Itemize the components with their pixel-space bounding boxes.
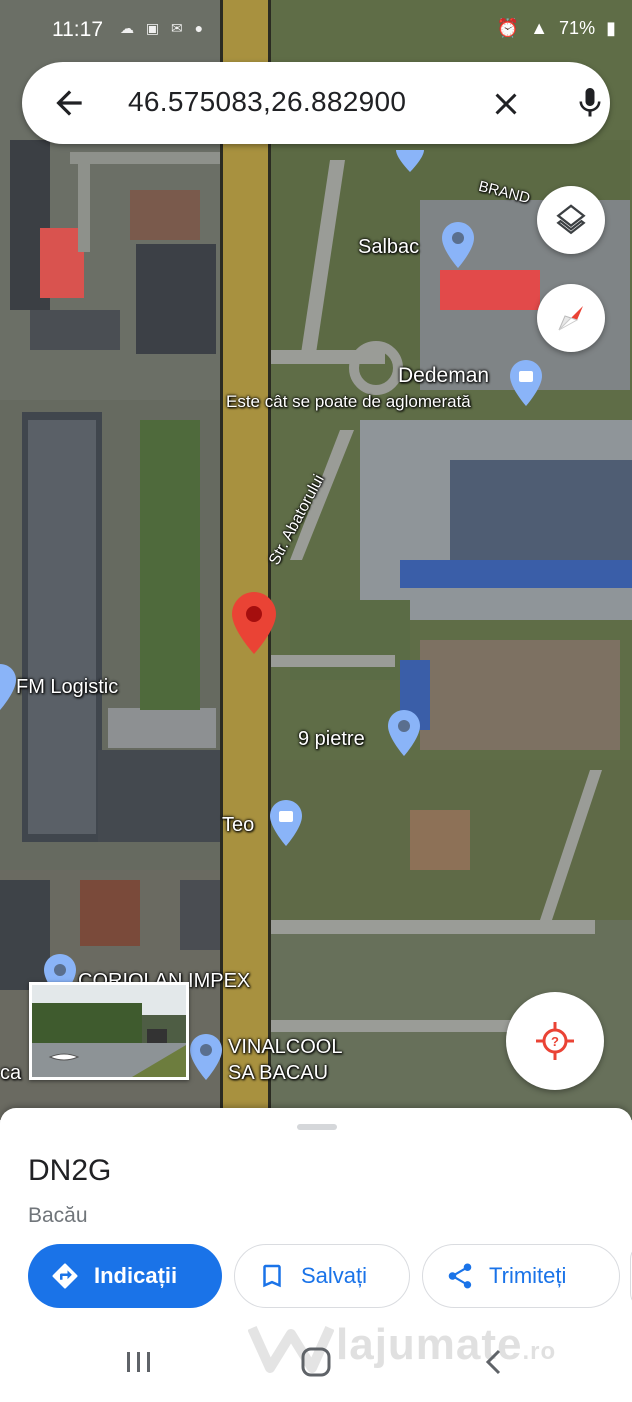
back-nav-icon[interactable] — [484, 1348, 502, 1376]
status-right: ⏰ ▲ 71% ▮ — [491, 18, 616, 39]
close-icon[interactable] — [488, 86, 524, 122]
shopping-pin-icon[interactable] — [270, 800, 302, 846]
signal-icon: ▲ — [530, 18, 549, 38]
satellite-imagery — [0, 0, 632, 1120]
search-input[interactable]: 46.575083,26.882900 — [128, 86, 406, 118]
status-time: 11:17 — [52, 18, 103, 41]
compass-icon — [558, 306, 583, 331]
street-view-image — [32, 985, 186, 1077]
microphone-icon[interactable] — [572, 82, 608, 124]
status-bar: 11:17 ☁ ▣ ✉ ● ⏰ ▲ 71% ▮ — [0, 0, 632, 58]
layers-button[interactable] — [537, 186, 605, 254]
save-button[interactable]: Salvați — [234, 1244, 410, 1308]
search-bar[interactable]: 46.575083,26.882900 — [22, 62, 610, 144]
directions-label: Indicații — [94, 1263, 178, 1288]
save-label: Salvați — [301, 1263, 368, 1288]
share-label: Trimiteți — [489, 1263, 567, 1288]
notification-icons: ☁ ▣ ✉ ● — [120, 20, 208, 36]
place-pin-icon[interactable] — [0, 664, 22, 710]
street-view-thumbnail[interactable] — [29, 982, 189, 1080]
place-pin-icon[interactable] — [396, 140, 424, 172]
place-subtitle: Bacău — [28, 1204, 88, 1227]
map-label-dedeman-busy: Este cât se poate de aglomerată — [226, 392, 471, 411]
home-icon[interactable] — [300, 1346, 332, 1378]
map-label-vinalcool[interactable]: VINALCOOL — [228, 1036, 342, 1059]
satellite-map[interactable]: 11:17 ☁ ▣ ✉ ● ⏰ ▲ 71% ▮ 46.575083,26.882… — [0, 0, 632, 1120]
shopping-pin-icon[interactable] — [510, 360, 542, 406]
place-pin-icon[interactable] — [388, 710, 420, 756]
place-pin-icon[interactable] — [442, 222, 474, 268]
share-button[interactable]: Trimiteți — [422, 1244, 620, 1308]
svg-text:?: ? — [551, 1034, 559, 1049]
directions-icon — [52, 1263, 78, 1289]
place-pin-icon[interactable] — [190, 1034, 222, 1080]
directions-button[interactable]: Indicații — [28, 1244, 222, 1308]
share-icon — [448, 1263, 472, 1289]
recent-apps-icon[interactable] — [124, 1350, 154, 1374]
my-location-button[interactable]: ? — [506, 992, 604, 1090]
map-label-vinalcool-2[interactable]: SA BACAU — [228, 1062, 328, 1085]
dropped-pin-icon[interactable] — [232, 592, 276, 654]
map-label-9-pietre[interactable]: 9 pietre — [298, 728, 365, 751]
map-label-salbac[interactable]: Salbac — [358, 236, 419, 259]
map-label-fm-logistic[interactable]: FM Logistic — [16, 676, 118, 699]
layers-icon — [556, 204, 586, 235]
bookmark-icon — [263, 1264, 281, 1288]
battery-level: 71% — [559, 18, 596, 38]
battery-icon: ▮ — [606, 18, 616, 38]
place-title: DN2G — [28, 1154, 112, 1187]
map-label-dedeman[interactable]: Dedeman — [398, 364, 489, 388]
alarm-icon: ⏰ — [496, 18, 520, 38]
map-label-teo[interactable]: Teo — [222, 814, 254, 837]
compass-button[interactable] — [537, 284, 605, 352]
location-unknown-icon: ? — [536, 1022, 574, 1060]
map-label-edge: ca — [0, 1062, 22, 1084]
system-nav-bar — [0, 1322, 632, 1402]
arrow-back-icon[interactable] — [50, 84, 88, 122]
drag-handle[interactable] — [297, 1124, 337, 1130]
